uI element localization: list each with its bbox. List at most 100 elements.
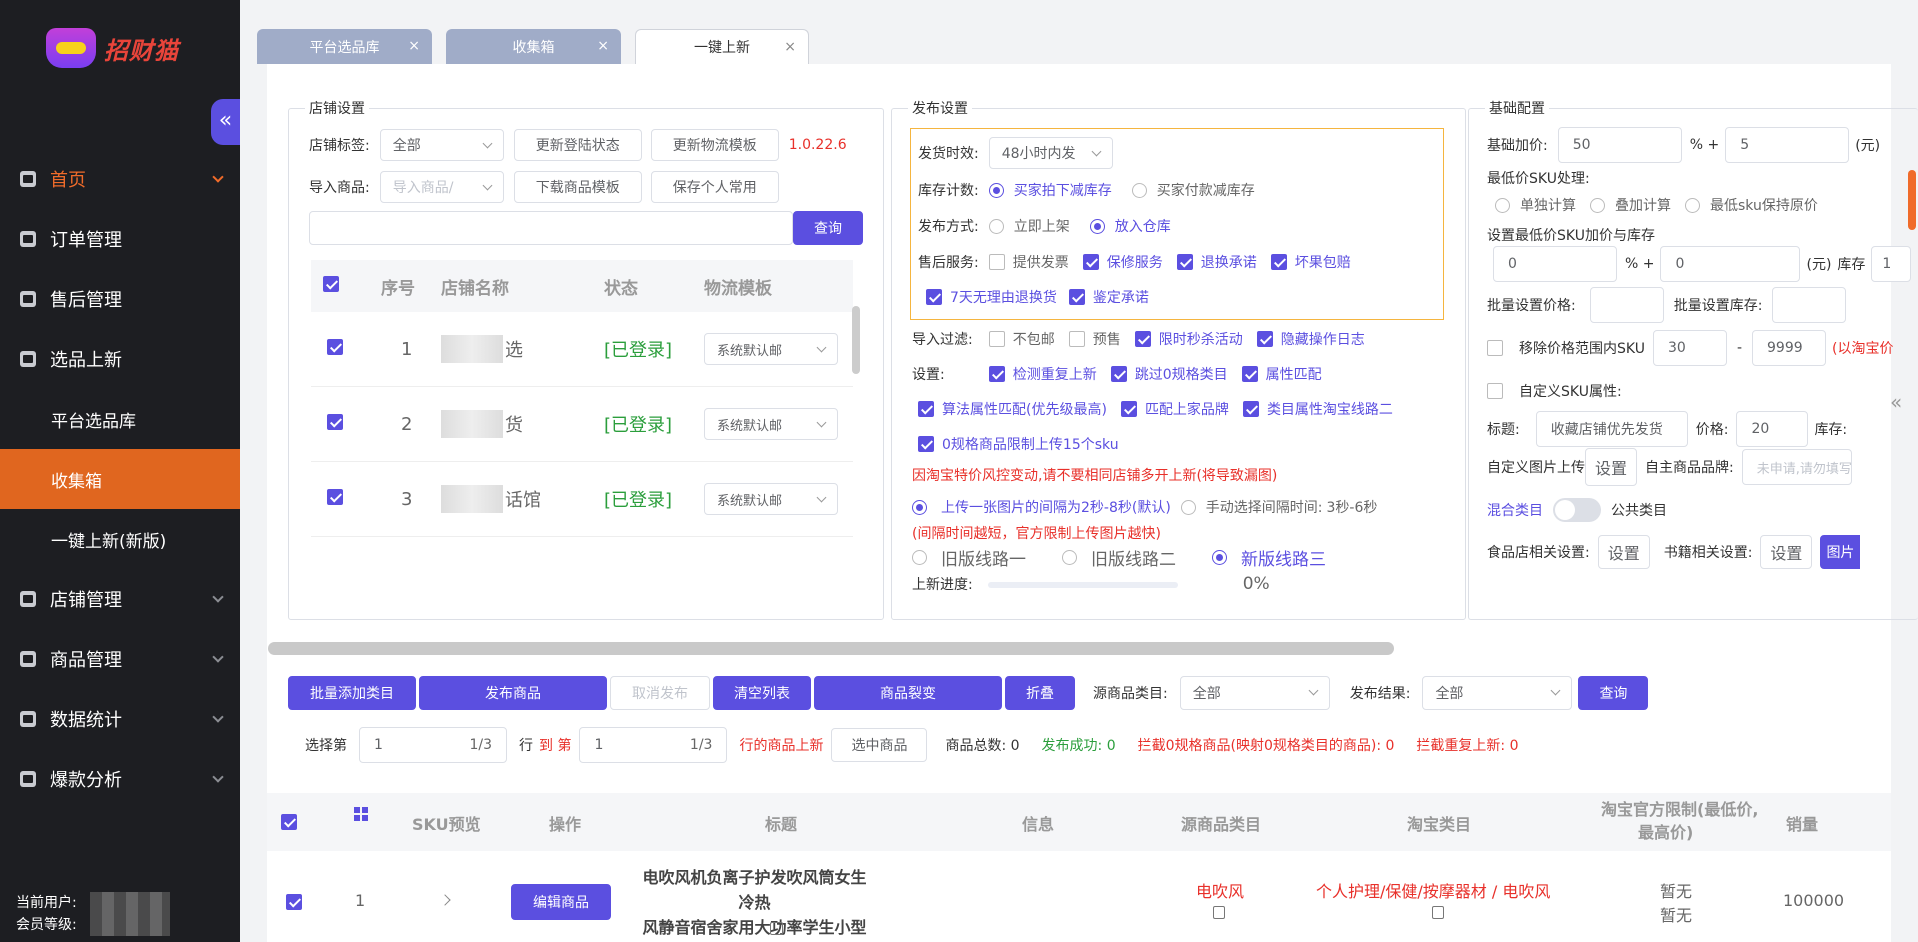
min-sku-radio-keep[interactable] [1685,197,1700,213]
menu-item-product-management[interactable]: 商品管理 [0,629,240,689]
route-radio-old2[interactable] [1062,550,1077,565]
presale-checkbox[interactable] [1068,331,1085,347]
warranty-checkbox[interactable] [1082,254,1099,270]
edit-product-button[interactable]: 编辑商品 [511,884,611,920]
stock-radio-order[interactable] [988,182,1004,198]
batch-price-input[interactable] [1589,287,1664,323]
route-radio-old1[interactable] [912,550,927,565]
expand-panel-icon[interactable]: « [1890,390,1902,414]
menu-item-statistics[interactable]: 数据统计 [0,689,240,749]
menu-item-store-management[interactable]: 店铺管理 [0,569,240,629]
method-radio-shelf[interactable] [988,218,1004,234]
menu-item-orders[interactable]: 订单管理 [0,209,240,269]
custom-image-set-button[interactable]: 设置 [1585,448,1637,486]
horizontal-scrollbar[interactable] [268,642,1394,655]
ship-time-select[interactable]: 48小时内发 [988,137,1113,169]
book-settings-button[interactable]: 设置 [1760,535,1813,569]
collapse-sidebar-button[interactable]: « [211,99,240,145]
range-min-input[interactable]: 30 [1652,330,1727,366]
menu-item-after-sales[interactable]: 售后管理 [0,269,240,329]
zero-spec-limit-checkbox[interactable] [918,436,934,452]
range-max-input[interactable]: 9999 [1752,330,1827,366]
route-radio-new3[interactable] [1212,550,1227,565]
menu-item-collection-box[interactable]: 收集箱 [0,449,240,509]
image-button[interactable]: 图片 [1820,535,1861,569]
no-free-shipping-checkbox[interactable] [988,331,1005,347]
to-row-input[interactable]: 1 1/3 [579,727,728,763]
from-row-input[interactable]: 1 1/3 [359,727,507,763]
select-all-checkbox[interactable] [323,275,339,292]
store-tag-select[interactable]: 全部 [379,129,504,161]
table-row[interactable]: 3 话馆 [已登录] 系统默认邮 [311,462,853,537]
grid-view-icon[interactable] [354,807,368,821]
min-sku-markup-input[interactable]: 0 [1493,246,1617,282]
right-scroll-indicator[interactable] [1908,170,1916,230]
menu-item-hot-analysis[interactable]: 爆款分析 [0,749,240,809]
store-table-scrollbar[interactable] [852,306,860,374]
min-sku-stock-input[interactable]: 1 [1871,246,1912,282]
menu-item-home[interactable]: 首页 [0,149,240,209]
close-icon[interactable]: × [408,38,420,54]
clear-list-button[interactable]: 清空列表 [713,676,811,710]
markup-input[interactable]: 50 [1557,127,1682,163]
stock-radio-payment[interactable] [1131,182,1147,198]
table-row[interactable]: 1 编辑商品 电吹风机负离子护发吹风筒女生冷热 风静音宿舍家用大功率学生小型 电… [267,860,1891,942]
logistics-template-select[interactable]: 系统默认邮 [704,333,838,365]
min-sku-radio-separate[interactable] [1495,197,1510,213]
logistics-template-select[interactable]: 系统默认邮 [704,408,838,440]
menu-item-product-selection[interactable]: 选品上新 [0,329,240,389]
food-settings-button[interactable]: 设置 [1597,535,1650,569]
algorithm-match-checkbox[interactable] [918,401,934,417]
category-toggle[interactable] [1553,498,1601,522]
invoice-checkbox[interactable] [988,254,1005,270]
interval-radio-default[interactable] [912,499,927,515]
import-select[interactable]: 导入商品/ [379,171,504,203]
copy-icon[interactable] [1213,906,1225,919]
logistics-template-select[interactable]: 系统默认邮 [704,483,838,515]
brand-input[interactable]: 未申请,请勿填写 [1741,449,1852,485]
menu-item-one-click-new[interactable]: 一键上新(新版) [0,509,240,569]
skip-zero-spec-checkbox[interactable] [1110,366,1127,382]
copy-icon[interactable] [1432,906,1444,919]
attribute-match-checkbox[interactable] [1241,366,1258,382]
publish-button[interactable]: 发布商品 [419,676,607,710]
product-split-button[interactable]: 商品裂变 [814,676,1002,710]
return-promise-checkbox[interactable] [1176,254,1193,270]
store-search-input[interactable] [309,211,793,245]
result-query-button[interactable]: 查询 [1578,676,1649,710]
detect-duplicate-checkbox[interactable] [988,366,1005,382]
row-checkbox[interactable] [286,894,302,910]
sku-title-input[interactable]: 收藏店铺优先发货 [1535,411,1688,447]
appraisal-checkbox[interactable] [1068,289,1085,305]
select-all-products-checkbox[interactable] [281,814,297,830]
row-checkbox[interactable] [327,488,343,505]
refresh-login-button[interactable]: 更新登陆状态 [513,129,642,161]
category-route-checkbox[interactable] [1242,401,1259,417]
chevron-right-icon[interactable] [439,894,451,906]
table-row[interactable]: 2 货 [已登录] 系统默认邮 [311,387,853,462]
interval-radio-manual[interactable] [1180,499,1196,515]
selected-products-button[interactable]: 选中商品 [831,728,928,762]
hide-log-checkbox[interactable] [1256,331,1273,347]
cancel-publish-button[interactable]: 取消发布 [610,676,710,710]
batch-add-category-button[interactable]: 批量添加类目 [288,676,416,710]
menu-item-platform-library[interactable]: 平台选品库 [0,389,240,449]
close-icon[interactable]: × [784,39,796,55]
bad-fruit-checkbox[interactable] [1270,254,1287,270]
save-personal-button[interactable]: 保存个人常用 [650,171,779,203]
close-icon[interactable]: × [597,38,609,54]
seven-day-return-checkbox[interactable] [926,289,942,305]
tab-collection-box[interactable]: 收集箱 × [446,29,621,64]
flash-sale-checkbox[interactable] [1134,331,1151,347]
row-checkbox[interactable] [327,338,343,355]
sku-price-input[interactable]: 20 [1736,411,1809,447]
source-category-select[interactable]: 全部 [1179,676,1330,710]
tab-platform-library[interactable]: 平台选品库 × [257,29,432,64]
result-select[interactable]: 全部 [1422,676,1573,710]
row-checkbox[interactable] [327,413,343,430]
tab-one-click-new[interactable]: 一键上新 × [635,29,809,64]
download-template-button[interactable]: 下载商品模板 [513,171,642,203]
min-sku-add-input[interactable]: 0 [1660,246,1801,282]
refresh-logistics-button[interactable]: 更新物流模板 [650,129,779,161]
store-query-button[interactable]: 查询 [793,211,863,245]
